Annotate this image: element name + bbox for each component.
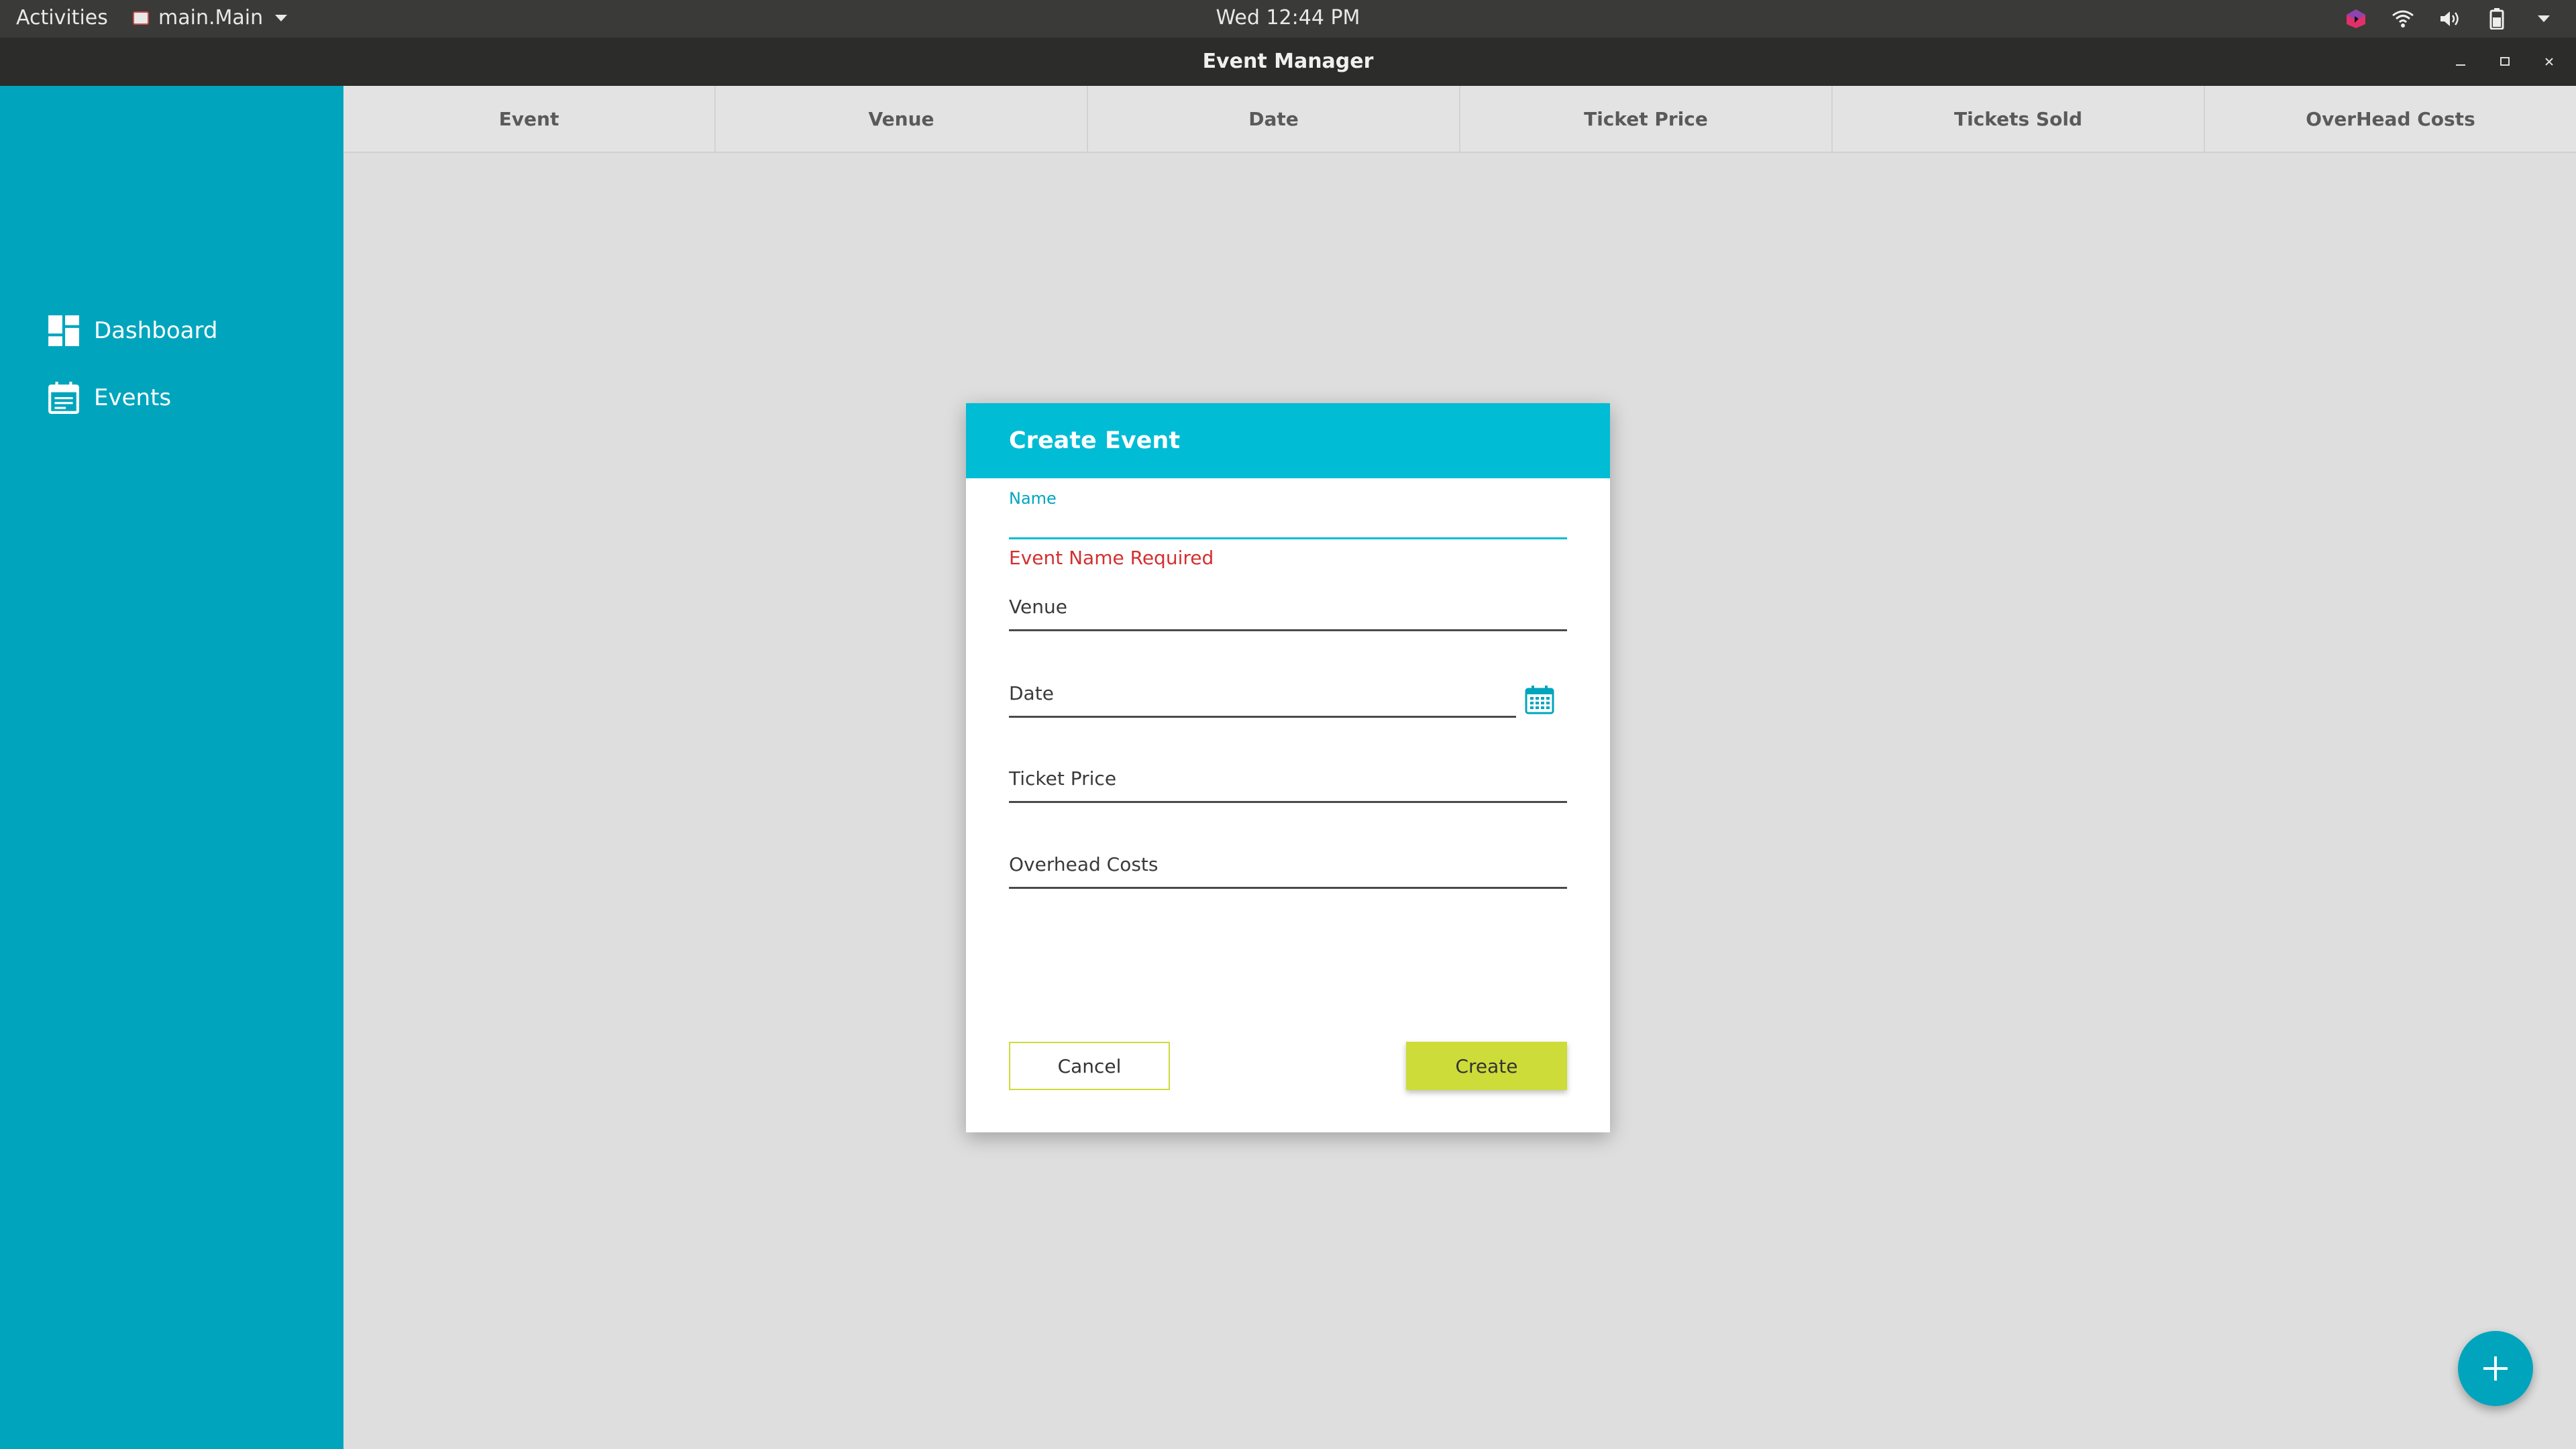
sidebar-item-label: Dashboard bbox=[94, 317, 218, 344]
date-picker-icon[interactable] bbox=[1524, 685, 1555, 716]
column-header-tickets-sold[interactable]: Tickets Sold bbox=[1833, 86, 2205, 152]
battery-icon[interactable] bbox=[2483, 5, 2510, 32]
app-indicator-icon[interactable] bbox=[2343, 5, 2369, 32]
venue-field-label: Venue bbox=[1009, 596, 1067, 618]
column-header-venue[interactable]: Venue bbox=[716, 86, 1088, 152]
sidebar-item-events[interactable]: Events bbox=[47, 381, 171, 415]
name-input[interactable] bbox=[1009, 511, 1567, 539]
column-header-overhead-costs[interactable]: OverHead Costs bbox=[2205, 86, 2576, 152]
dashboard-icon bbox=[48, 315, 79, 346]
system-tray[interactable] bbox=[2343, 5, 2557, 32]
calendar-icon bbox=[48, 382, 79, 414]
date-field[interactable]: Date bbox=[1009, 682, 1516, 718]
add-event-button[interactable] bbox=[2458, 1331, 2533, 1406]
create-event-dialog: Create Event Name Event Name Required Ve… bbox=[966, 403, 1610, 1132]
cancel-button[interactable]: Cancel bbox=[1009, 1042, 1170, 1090]
dialog-title: Create Event bbox=[966, 403, 1610, 478]
volume-icon[interactable] bbox=[2436, 5, 2463, 32]
ticket-price-field-label: Ticket Price bbox=[1009, 767, 1117, 790]
app-menu-label: main.Main bbox=[158, 6, 264, 30]
window-title-bar: Event Manager bbox=[0, 38, 2576, 86]
name-field-label: Name bbox=[1009, 489, 1057, 508]
activities-button[interactable]: Activities bbox=[16, 6, 108, 30]
chevron-down-icon bbox=[275, 14, 288, 21]
overhead-costs-field[interactable]: Overhead Costs bbox=[1009, 853, 1567, 889]
sidebar-item-dashboard[interactable]: Dashboard bbox=[47, 314, 217, 347]
create-button[interactable]: Create bbox=[1406, 1042, 1567, 1090]
date-field-label: Date bbox=[1009, 682, 1054, 704]
plus-icon bbox=[2483, 1356, 2508, 1381]
minimize-icon[interactable] bbox=[2449, 50, 2473, 74]
ticket-price-field[interactable]: Ticket Price bbox=[1009, 767, 1567, 803]
wifi-icon[interactable] bbox=[2390, 5, 2416, 32]
app-menu-icon bbox=[133, 11, 149, 25]
app-menu[interactable]: main.Main bbox=[133, 6, 288, 30]
window-title: Event Manager bbox=[1202, 50, 1374, 73]
name-error-message: Event Name Required bbox=[1009, 547, 1214, 569]
table-header: Event Venue Date Ticket Price Tickets So… bbox=[343, 86, 2576, 153]
clock[interactable]: Wed 12:44 PM bbox=[0, 6, 2576, 30]
maximize-icon[interactable] bbox=[2493, 50, 2517, 74]
venue-field[interactable]: Venue bbox=[1009, 596, 1567, 631]
system-menu-caret-icon[interactable] bbox=[2530, 5, 2557, 32]
column-header-date[interactable]: Date bbox=[1088, 86, 1460, 152]
column-header-event[interactable]: Event bbox=[343, 86, 716, 152]
overhead-costs-field-label: Overhead Costs bbox=[1009, 853, 1159, 875]
sidebar: Dashboard Events bbox=[0, 86, 343, 1449]
close-icon[interactable] bbox=[2537, 50, 2561, 74]
system-top-bar: Activities main.Main Wed 12:44 PM bbox=[0, 0, 2576, 38]
sidebar-item-label: Events bbox=[94, 384, 172, 411]
column-header-ticket-price[interactable]: Ticket Price bbox=[1460, 86, 1833, 152]
